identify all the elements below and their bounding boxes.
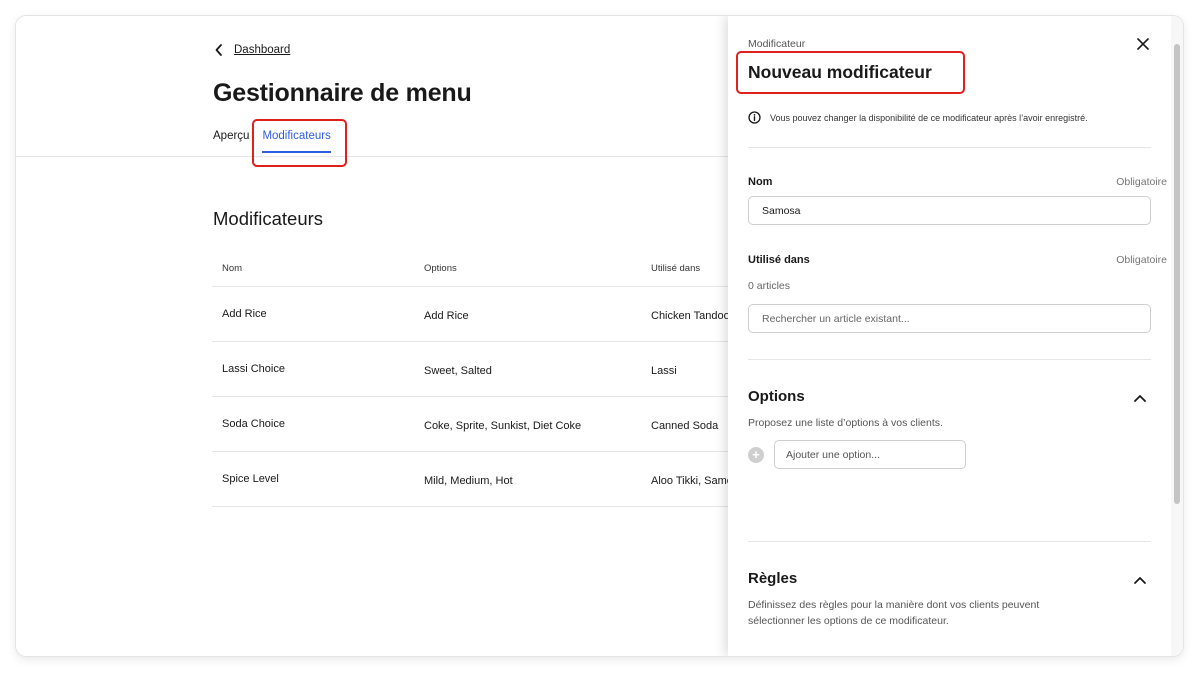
cell-name: Lassi Choice — [222, 363, 285, 375]
name-required: Obligatoire — [1116, 176, 1167, 188]
breadcrumb[interactable]: Dashboard — [214, 43, 290, 57]
close-icon[interactable] — [1135, 36, 1151, 52]
used-in-required: Obligatoire — [1116, 254, 1167, 266]
cell-used-in: Lassi — [651, 365, 677, 377]
table-row[interactable]: Soda Choice Coke, Sprite, Sunkist, Diet … — [212, 397, 728, 452]
cell-used-in: Chicken Tandoo — [651, 310, 730, 322]
chevron-up-icon[interactable] — [1133, 575, 1147, 585]
page-title: Gestionnaire de menu — [213, 79, 472, 107]
scrollbar[interactable] — [1171, 16, 1183, 656]
cell-used-in: Canned Soda — [651, 420, 719, 432]
table-header: Nom Options Utilisé dans — [212, 252, 728, 287]
divider — [748, 147, 1151, 148]
search-article-input[interactable]: Rechercher un article existant... — [748, 304, 1151, 333]
app-window: Dashboard Gestionnaire de menu Aperçu Mo… — [16, 16, 1183, 656]
column-header-options: Options — [424, 263, 457, 274]
cell-used-in: Aloo Tikki, Samo — [651, 475, 733, 487]
cell-name: Add Rice — [222, 308, 267, 320]
highlight-box — [252, 119, 347, 167]
highlight-box — [736, 51, 965, 94]
column-header-name: Nom — [222, 263, 243, 274]
cell-name: Soda Choice — [222, 418, 285, 430]
options-description: Proposez une liste d’options à vos clien… — [748, 417, 943, 429]
modifiers-table: Nom Options Utilisé dans Add Rice Add Ri… — [212, 252, 733, 507]
cell-options: Mild, Medium, Hot — [424, 475, 513, 487]
cell-options: Coke, Sprite, Sunkist, Diet Coke — [424, 420, 582, 432]
tab-overview[interactable]: Aperçu — [213, 130, 249, 153]
add-option-row: + Ajouter une option... — [748, 440, 966, 469]
info-icon — [748, 111, 761, 124]
chevron-up-icon[interactable] — [1133, 393, 1147, 403]
panel-eyebrow: Modificateur — [748, 38, 806, 50]
scrollbar-thumb[interactable] — [1174, 44, 1180, 504]
rules-description: Définissez des règles pour la manière do… — [748, 599, 1040, 627]
cell-name: Spice Level — [222, 473, 279, 485]
divider — [748, 359, 1151, 360]
cell-options: Add Rice — [424, 310, 469, 322]
name-label: Nom — [748, 176, 773, 188]
table-row[interactable]: Spice Level Mild, Medium, Hot Aloo Tikki… — [212, 452, 733, 507]
divider — [748, 541, 1151, 542]
table-row[interactable]: Add Rice Add Rice Chicken Tandoo — [212, 287, 730, 342]
name-input[interactable]: Samosa — [748, 196, 1151, 225]
cell-options: Sweet, Salted — [424, 365, 492, 377]
column-header-used-in: Utilisé dans — [651, 263, 701, 274]
used-in-count: 0 articles — [748, 280, 791, 292]
section-title: Modificateurs — [213, 208, 324, 229]
menu-manager-page: Dashboard Gestionnaire de menu Aperçu Mo… — [16, 16, 733, 656]
rules-title: Règles — [748, 570, 798, 587]
info-text: Vous pouvez changer la disponibilité de … — [770, 112, 1088, 123]
back-link[interactable]: Dashboard — [234, 44, 290, 56]
used-in-label: Utilisé dans — [748, 254, 810, 266]
table-row[interactable]: Lassi Choice Sweet, Salted Lassi — [212, 342, 728, 397]
options-title: Options — [748, 388, 805, 405]
add-option-input[interactable]: Ajouter une option... — [774, 440, 966, 469]
chevron-left-icon — [215, 44, 222, 56]
plus-circle-icon[interactable]: + — [748, 446, 764, 463]
new-modifier-panel: Modificateur Nouveau modificateur Vous p… — [728, 16, 1183, 656]
info-notice: Vous pouvez changer la disponibilité de … — [748, 111, 1088, 124]
tabs-divider — [16, 156, 728, 157]
